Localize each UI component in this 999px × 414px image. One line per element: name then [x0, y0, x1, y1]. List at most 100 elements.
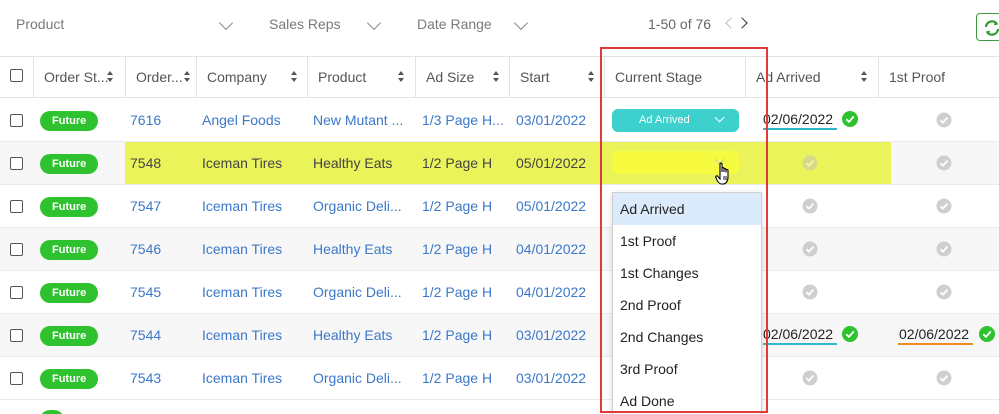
product-link[interactable]: Healthy Eats [313, 142, 409, 184]
company-link[interactable]: Iceman Tires [202, 228, 302, 270]
table-row[interactable]: Future 7545 Iceman Tires Organic Deli...… [0, 271, 999, 314]
start-date: 03/01/2022 [516, 112, 587, 128]
table-row[interactable] [0, 400, 999, 414]
sort-icon[interactable] [861, 71, 868, 83]
ad-size-link[interactable]: 1/2 Page H [422, 185, 506, 227]
product-filter[interactable]: Product [16, 16, 64, 32]
row-checkbox[interactable] [10, 114, 23, 127]
sort-icon[interactable] [493, 71, 500, 83]
check-circle-gray-icon[interactable] [936, 112, 952, 128]
stage-option-ad-done[interactable]: Ad Done [613, 385, 761, 414]
product-link[interactable]: Healthy Eats [313, 228, 409, 270]
table-row[interactable]: Future 7544 Iceman Tires Healthy Eats 1/… [0, 314, 999, 357]
ad-size-link[interactable]: 1/2 Page H [422, 357, 506, 399]
product-link[interactable]: Organic Deli... [313, 271, 409, 313]
order-number-link[interactable]: 7616 [130, 99, 192, 141]
current-stage-select[interactable]: Ad Arrived [612, 109, 739, 132]
company-link[interactable]: Angel Foods [202, 99, 302, 141]
row-checkbox[interactable] [10, 329, 23, 342]
company-link[interactable]: Iceman Tires [202, 271, 302, 313]
company-link[interactable]: Iceman Tires [202, 185, 302, 227]
table-row[interactable]: Future 7616 Angel Foods New Mutant ... 1… [0, 99, 999, 142]
check-circle-gray-icon[interactable] [936, 284, 952, 300]
check-circle-gray-icon[interactable] [802, 370, 818, 386]
ad-size-link[interactable]: 1/3 Page H... [422, 99, 506, 141]
header-product[interactable]: Product [307, 57, 415, 98]
check-circle-gray-icon[interactable] [802, 284, 818, 300]
check-circle-gray-icon[interactable] [802, 241, 818, 257]
sort-icon[interactable] [588, 71, 595, 83]
stage-option-1st-proof[interactable]: 1st Proof [613, 225, 761, 257]
header-ad-arrived[interactable]: Ad Arrived [745, 57, 878, 98]
header-select [0, 57, 33, 98]
ad-size-link[interactable]: 1/2 Page H [422, 228, 506, 270]
table-row[interactable]: Future 7547 Iceman Tires Organic Deli...… [0, 185, 999, 228]
select-all-checkbox[interactable] [10, 69, 23, 82]
header-order-status[interactable]: Order St... [33, 57, 125, 98]
header-order-number[interactable]: Order... [125, 57, 196, 98]
sales-reps-filter[interactable]: Sales Reps [269, 16, 341, 32]
ad-size-link[interactable]: 1/2 Page H [422, 314, 506, 356]
row-checkbox[interactable] [10, 200, 23, 213]
company-link[interactable]: Iceman Tires [202, 357, 302, 399]
check-circle-gray-icon[interactable] [936, 241, 952, 257]
ad-size-link[interactable]: 1/2 Page H [422, 271, 506, 313]
sort-icon[interactable] [398, 71, 405, 83]
chevron-down-icon[interactable] [366, 15, 382, 31]
date-range-filter[interactable]: Date Range [417, 16, 492, 32]
header-current-stage[interactable]: Current Stage [604, 57, 745, 98]
sort-icon[interactable] [291, 71, 298, 83]
order-number-link[interactable]: 7544 [130, 314, 192, 356]
stage-option-3rd-proof[interactable]: 3rd Proof [613, 353, 761, 385]
ad-arrived-date[interactable]: 02/06/2022 [763, 99, 833, 139]
header-start[interactable]: Start [509, 57, 604, 98]
check-circle-icon[interactable] [979, 326, 995, 342]
row-checkbox[interactable] [10, 372, 23, 385]
refresh-icon [984, 20, 999, 36]
product-link[interactable]: Organic Deli... [313, 357, 409, 399]
first-proof-date[interactable]: 02/06/2022 [899, 314, 969, 354]
table-row[interactable]: Future 7546 Iceman Tires Healthy Eats 1/… [0, 228, 999, 271]
order-number-link[interactable]: 7547 [130, 185, 192, 227]
sort-icon[interactable] [107, 71, 114, 83]
check-circle-gray-icon[interactable] [936, 198, 952, 214]
chevron-right-icon[interactable] [736, 17, 748, 29]
refresh-button[interactable] [976, 13, 999, 41]
row-checkbox[interactable] [10, 243, 23, 256]
stage-option-1st-changes[interactable]: 1st Changes [613, 257, 761, 289]
header-company[interactable]: Company [196, 57, 307, 98]
table-row[interactable]: Future 7543 Iceman Tires Organic Deli...… [0, 357, 999, 400]
stage-option-ad-arrived[interactable]: Ad Arrived [613, 193, 761, 225]
check-circle-gray-icon[interactable] [802, 198, 818, 214]
company-link[interactable]: Iceman Tires [202, 142, 302, 184]
ad-size-link[interactable]: 1/2 Page H [422, 142, 506, 184]
product-link[interactable]: Healthy Eats [313, 314, 409, 356]
chevron-left-icon[interactable] [725, 17, 737, 29]
order-number-link[interactable]: 7543 [130, 357, 192, 399]
company-link[interactable]: Iceman Tires [202, 314, 302, 356]
header-ad-size[interactable]: Ad Size [415, 57, 509, 98]
stage-option-2nd-proof[interactable]: 2nd Proof [613, 289, 761, 321]
start-date: 05/01/2022 [516, 198, 587, 214]
check-circle-gray-icon[interactable] [936, 155, 952, 171]
chevron-down-icon [714, 112, 725, 123]
header-order-number-label: Order... [136, 69, 183, 85]
order-number-link[interactable]: 7545 [130, 271, 192, 313]
product-link[interactable]: New Mutant ... [313, 99, 409, 141]
order-number-link[interactable]: 7548 [130, 142, 192, 184]
check-circle-gray-icon[interactable] [936, 370, 952, 386]
status-badge: Future [40, 154, 99, 174]
sort-icon[interactable] [184, 71, 191, 83]
stage-option-2nd-changes[interactable]: 2nd Changes [613, 321, 761, 353]
check-circle-icon[interactable] [842, 111, 858, 127]
row-checkbox[interactable] [10, 286, 23, 299]
product-link[interactable]: Organic Deli... [313, 185, 409, 227]
check-circle-gray-icon[interactable] [802, 155, 818, 171]
chevron-down-icon[interactable] [513, 15, 529, 31]
row-checkbox[interactable] [10, 157, 23, 170]
check-circle-icon[interactable] [842, 326, 858, 342]
header-first-proof[interactable]: 1st Proof [878, 57, 999, 98]
order-number-link[interactable]: 7546 [130, 228, 192, 270]
ad-arrived-date[interactable]: 02/06/2022 [763, 314, 833, 354]
chevron-down-icon[interactable] [218, 15, 234, 31]
